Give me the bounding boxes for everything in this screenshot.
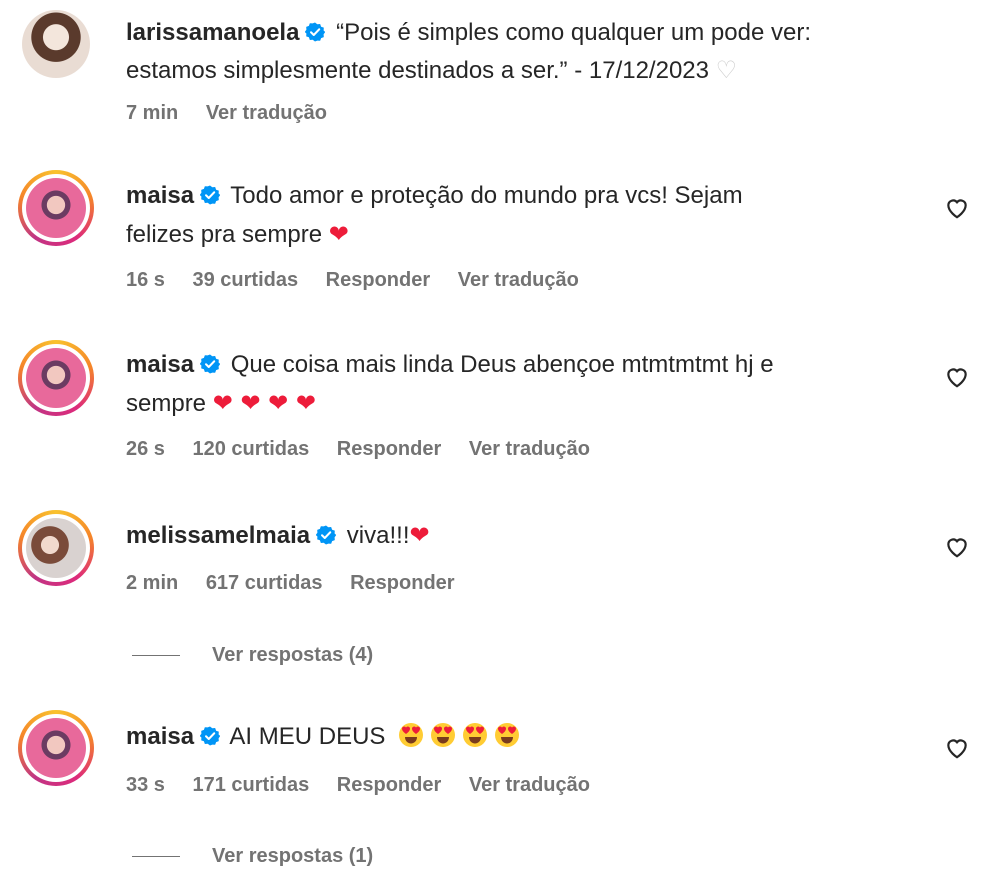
caption-line-2: estamos simplesmente destinados a ser.” … (126, 57, 709, 84)
timestamp: 2 min (126, 572, 179, 594)
likes-count[interactable]: 120 curtidas (193, 438, 310, 460)
heart-eyes-icon (462, 722, 488, 748)
replies-divider (132, 655, 180, 657)
caption-meta: 7 min Ver tradução (126, 102, 349, 125)
comment-line-1: AI MEU DEUS (229, 723, 386, 750)
caption-line-1: “Pois é simples como qualquer um pode ve… (336, 19, 811, 46)
replies-divider (132, 856, 180, 858)
username[interactable]: maisa (126, 182, 194, 209)
like-heart-icon[interactable] (944, 534, 970, 560)
verified-icon (200, 354, 220, 374)
verified-icon (316, 525, 336, 545)
reply-button[interactable]: Responder (350, 572, 454, 594)
verified-icon (200, 185, 220, 205)
username[interactable]: melissamelmaia (126, 522, 310, 549)
timestamp: 26 s (126, 438, 165, 460)
translate-link[interactable]: Ver tradução (458, 269, 579, 291)
translate-link[interactable]: Ver tradução (469, 774, 590, 796)
comment-line-2: felizes pra sempre (126, 221, 323, 248)
avatar[interactable] (18, 170, 94, 246)
timestamp: 33 s (126, 774, 165, 796)
red-heart-icon: ❤ (409, 521, 430, 549)
red-heart-icon: ❤ (328, 220, 349, 248)
likes-count[interactable]: 39 curtidas (193, 269, 299, 291)
comment-line-1: Que coisa mais linda Deus abençoe mtmtmt… (230, 351, 774, 378)
heart-eyes-icon (398, 722, 424, 748)
timestamp: 16 s (126, 269, 165, 291)
view-replies-button[interactable]: Ver respostas (1) (132, 845, 373, 868)
comment-text: melissamelmaia viva!!!❤ (126, 516, 916, 555)
heart-eyes-icon (430, 722, 456, 748)
username[interactable]: maisa (126, 351, 194, 378)
comment-text: maisa Todo amor e proteção do mundo pra … (126, 177, 916, 254)
verified-icon (200, 726, 220, 746)
translate-link[interactable]: Ver tradução (206, 102, 327, 124)
white-heart-icon: ♡ (715, 57, 738, 84)
comment-line-1: Todo amor e proteção do mundo pra vcs! S… (230, 182, 743, 209)
avatar[interactable] (18, 710, 94, 786)
comment-meta: 16 s 39 curtidas Responder Ver tradução (126, 269, 601, 292)
username[interactable]: larissamanoela (126, 19, 299, 46)
username[interactable]: maisa (126, 723, 194, 750)
like-heart-icon[interactable] (944, 195, 970, 221)
view-replies-label[interactable]: Ver respostas (4) (212, 644, 373, 666)
view-replies-button[interactable]: Ver respostas (4) (132, 644, 373, 667)
comment-line-2: sempre (126, 390, 207, 417)
view-replies-label[interactable]: Ver respostas (1) (212, 845, 373, 867)
like-heart-icon[interactable] (944, 735, 970, 761)
translate-link[interactable]: Ver tradução (469, 438, 590, 460)
comment-meta: 2 min 617 curtidas Responder (126, 572, 477, 595)
comment-meta: 26 s 120 curtidas Responder Ver tradução (126, 438, 612, 461)
likes-count[interactable]: 617 curtidas (206, 572, 323, 594)
timestamp: 7 min (126, 102, 179, 124)
avatar[interactable] (18, 340, 94, 416)
red-hearts-icon: ❤ ❤ ❤ ❤ (212, 389, 317, 417)
heart-eyes-icon (494, 722, 520, 748)
likes-count[interactable]: 171 curtidas (193, 774, 310, 796)
reply-button[interactable]: Responder (326, 269, 430, 291)
avatar[interactable] (18, 510, 94, 586)
comment-line-1: viva!!! (346, 522, 410, 549)
like-heart-icon[interactable] (944, 364, 970, 390)
reply-button[interactable]: Responder (337, 438, 441, 460)
comment-meta: 33 s 171 curtidas Responder Ver tradução (126, 774, 612, 797)
verified-icon (305, 22, 325, 42)
comment-text: maisa Que coisa mais linda Deus abençoe … (126, 346, 916, 423)
comment-text: maisa AI MEU DEUS (126, 718, 916, 756)
reply-button[interactable]: Responder (337, 774, 441, 796)
avatar[interactable] (22, 10, 90, 78)
caption-text: larissamanoela “Pois é simples como qual… (126, 14, 916, 90)
